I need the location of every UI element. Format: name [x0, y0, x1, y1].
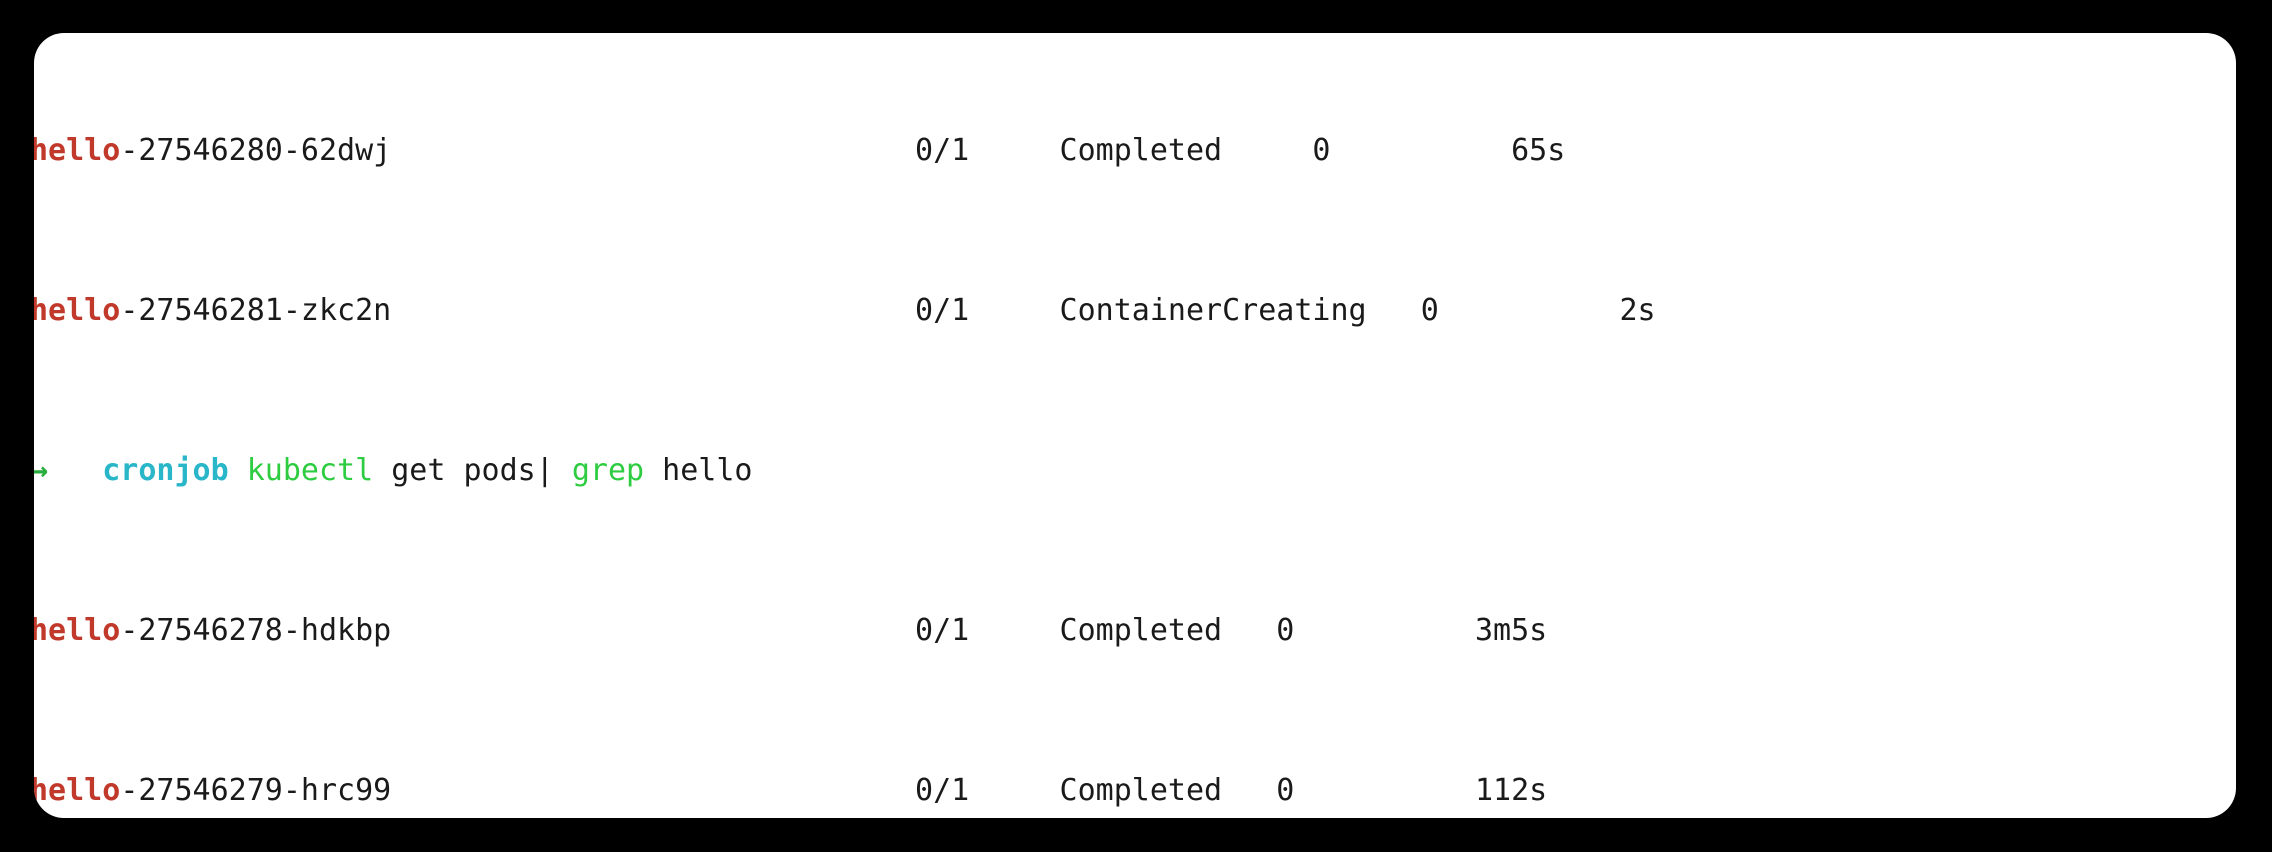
pod-ready: 0/1	[915, 293, 970, 328]
pod-name-match: hello	[34, 133, 121, 168]
pod-age: 3m5s	[1474, 613, 1548, 648]
command-args: get pods|	[373, 453, 572, 488]
pod-age: 2s	[1619, 293, 1656, 328]
pod-name-match: hello	[34, 613, 121, 648]
pod-name-match: hello	[34, 773, 121, 808]
table-row: hello-27546280-62dwj 0/1 Completed 0 65s	[34, 135, 2236, 167]
table-row: hello-27546279-hrc99 0/1 Completed 0 112…	[34, 775, 2236, 807]
pod-restarts: 0	[1312, 133, 1331, 168]
pod-status: ContainerCreating	[1059, 293, 1367, 328]
pod-age: 65s	[1511, 133, 1566, 168]
pod-status: Completed	[1059, 773, 1223, 808]
pod-restarts: 0	[1420, 293, 1439, 328]
pod-ready: 0/1	[915, 133, 970, 168]
command-name: kubectl	[246, 453, 374, 488]
pod-status: Completed	[1059, 613, 1223, 648]
pod-name-rest: -27546281-zkc2n	[120, 293, 392, 328]
table-row: hello-27546278-hdkbp 0/1 Completed 0 3m5…	[34, 615, 2236, 647]
command-name-2: grep	[571, 453, 645, 488]
pod-restarts: 0	[1276, 613, 1295, 648]
pod-name-rest: -27546279-hrc99	[120, 773, 392, 808]
pod-restarts: 0	[1276, 773, 1295, 808]
command-args-2: hello	[644, 453, 753, 488]
table-row: hello-27546281-zkc2n 0/1 ContainerCreati…	[34, 295, 2236, 327]
pod-name-match: hello	[34, 293, 121, 328]
prompt-context: cronjob	[102, 453, 229, 488]
pod-status: Completed	[1059, 133, 1223, 168]
prompt-arrow-icon: →	[34, 453, 49, 488]
pod-age: 112s	[1474, 773, 1548, 808]
pod-name-rest: -27546278-hdkbp	[120, 613, 392, 648]
pod-ready: 0/1	[915, 773, 970, 808]
pod-ready: 0/1	[915, 613, 970, 648]
command-line: → cronjob kubectl get pods| grep hello	[34, 455, 2236, 487]
pod-name-rest: -27546280-62dwj	[120, 133, 392, 168]
terminal-scrollback[interactable]: hello-27546280-62dwj 0/1 Completed 0 65s…	[34, 33, 2236, 818]
screen: hello-27546280-62dwj 0/1 Completed 0 65s…	[0, 0, 2272, 852]
terminal-window[interactable]: hello-27546280-62dwj 0/1 Completed 0 65s…	[34, 33, 2236, 818]
